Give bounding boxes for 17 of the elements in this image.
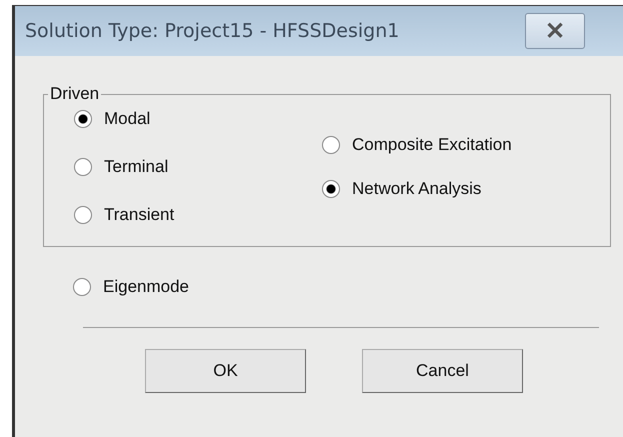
option-label: Network Analysis bbox=[352, 179, 482, 199]
close-button[interactable]: ✕ bbox=[525, 13, 585, 49]
radio-button[interactable] bbox=[322, 180, 340, 198]
radio-button[interactable] bbox=[74, 158, 92, 176]
option-label: Composite Excitation bbox=[352, 135, 512, 155]
radio-button[interactable] bbox=[73, 278, 91, 296]
radio-button[interactable] bbox=[322, 136, 340, 154]
option-label: Transient bbox=[104, 205, 174, 225]
window-title: Solution Type: Project15 - HFSSDesign1 bbox=[25, 20, 400, 42]
option-label: Modal bbox=[104, 109, 150, 129]
option-label: Eigenmode bbox=[103, 277, 190, 297]
radio-button[interactable] bbox=[74, 206, 92, 224]
dialog-button[interactable]: OK bbox=[145, 349, 306, 393]
option-label: Terminal bbox=[104, 157, 168, 177]
dialog-button[interactable]: Cancel bbox=[362, 349, 523, 393]
radio-button[interactable] bbox=[74, 110, 92, 128]
group-label: Driven bbox=[49, 84, 100, 104]
